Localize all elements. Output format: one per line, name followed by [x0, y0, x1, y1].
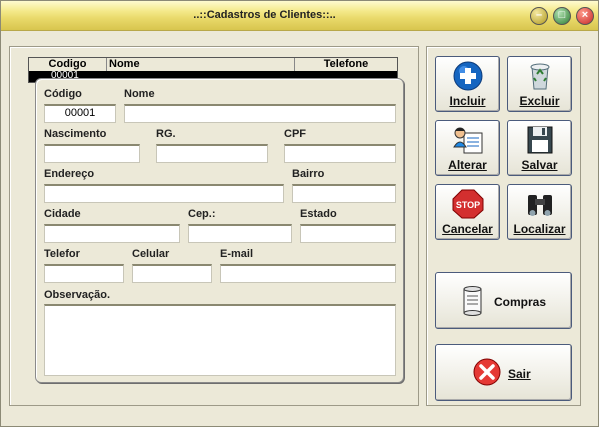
telefone-label: Telefor [44, 248, 80, 260]
endereco-label: Endereço [44, 168, 95, 180]
rg-label: RG. [156, 128, 176, 140]
nascimento-field[interactable] [44, 144, 140, 163]
cep-label: Cep.: [188, 208, 216, 220]
cpf-label: CPF [284, 128, 306, 140]
endereco-field[interactable] [44, 184, 284, 203]
floppy-disk-icon [527, 126, 553, 154]
localizar-label: Localizar [513, 222, 566, 236]
estado-label: Estado [300, 208, 337, 220]
telefone-field[interactable] [44, 264, 124, 283]
bairro-field[interactable] [292, 184, 396, 203]
excluir-label: Excluir [519, 94, 560, 108]
column-nome[interactable]: Nome [107, 58, 295, 71]
nome-label: Nome [124, 88, 155, 100]
nome-field[interactable] [124, 104, 396, 123]
alterar-label: Alterar [448, 158, 487, 172]
email-field[interactable] [220, 264, 396, 283]
cancelar-button[interactable]: STOP Cancelar [435, 184, 500, 240]
codigo-field[interactable]: 00001 [44, 104, 116, 123]
person-edit-icon [453, 127, 483, 154]
exit-x-icon [473, 358, 501, 386]
localizar-button[interactable]: Localizar [507, 184, 572, 240]
grid-header: Codigo Nome Telefone [29, 58, 397, 71]
email-label: E-mail [220, 248, 254, 260]
observacao-field[interactable] [44, 304, 396, 376]
binoculars-icon [528, 195, 552, 216]
incluir-label: Incluir [449, 94, 486, 108]
cep-field[interactable] [188, 224, 292, 243]
salvar-label: Salvar [521, 158, 558, 172]
cidade-field[interactable] [44, 224, 180, 243]
salvar-button[interactable]: Salvar [507, 120, 572, 176]
alterar-button[interactable]: Alterar [435, 120, 500, 176]
maximize-icon[interactable]: □ [553, 7, 571, 25]
minimize-icon[interactable]: – [530, 7, 548, 25]
stop-sign-icon: STOP [452, 189, 484, 219]
codigo-label: Código [44, 88, 82, 100]
close-icon[interactable]: × [576, 7, 594, 25]
compras-label: Compras [494, 295, 547, 309]
title-bar[interactable]: ..::Cadastros de Clientes::.. – □ × [1, 1, 598, 31]
scroll-icon [463, 286, 482, 316]
celular-field[interactable] [132, 264, 212, 283]
incluir-button[interactable]: Incluir [435, 56, 500, 112]
nascimento-label: Nascimento [44, 128, 107, 140]
excluir-button[interactable]: Excluir [507, 56, 572, 112]
sair-button[interactable]: Sair [435, 344, 572, 401]
observacao-label: Observação. [44, 289, 111, 301]
plus-icon [453, 61, 483, 91]
sair-label: Sair [508, 367, 531, 381]
window-title: ..::Cadastros de Clientes::.. [193, 9, 336, 21]
cidade-label: Cidade [44, 208, 81, 220]
main-window: ..::Cadastros de Clientes::.. – □ × Codi… [0, 0, 599, 427]
celular-label: Celular [132, 248, 170, 260]
column-telefone[interactable]: Telefone [295, 58, 397, 71]
client-form: Código 00001 Nome Nascimento RG. CPF End… [35, 78, 404, 383]
rg-field[interactable] [156, 144, 268, 163]
bairro-label: Bairro [292, 168, 325, 180]
stop-sign-text: STOP [456, 200, 480, 210]
compras-button[interactable]: Compras [435, 272, 572, 329]
estado-field[interactable] [300, 224, 396, 243]
cpf-field[interactable] [284, 144, 396, 163]
recycle-bin-icon [530, 63, 550, 90]
cancelar-label: Cancelar [442, 222, 493, 236]
